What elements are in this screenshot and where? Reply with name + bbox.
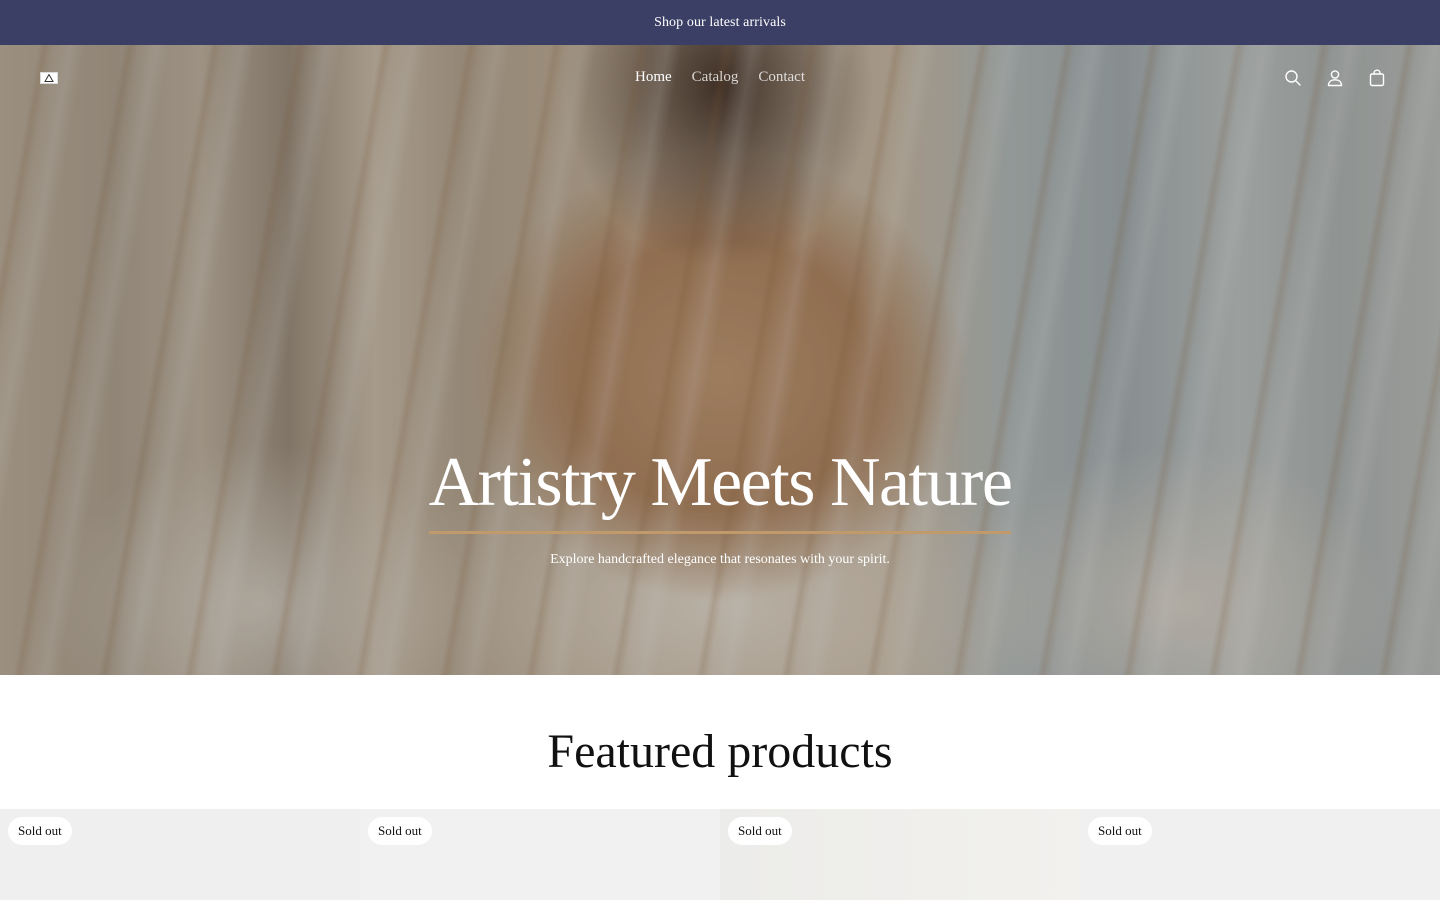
- sold-out-badge: Sold out: [8, 817, 72, 845]
- hero-content: Artistry Meets Nature Explore handcrafte…: [0, 445, 1440, 568]
- featured-products-title: Featured products: [547, 725, 893, 778]
- product-card[interactable]: Sold out: [720, 809, 1080, 900]
- hero-banner: [0, 45, 1440, 675]
- header-icons: [1282, 67, 1388, 89]
- sold-out-badge: Sold out: [728, 817, 792, 845]
- sold-out-badge: Sold out: [1088, 817, 1152, 845]
- main-nav: Home Catalog Contact: [0, 67, 1440, 87]
- nav-catalog[interactable]: Catalog: [692, 67, 739, 87]
- nav-contact[interactable]: Contact: [758, 67, 805, 87]
- hero-title: Artistry Meets Nature: [428, 445, 1013, 534]
- hero-subtitle: Explore handcrafted elegance that resona…: [550, 552, 890, 567]
- sold-out-badge: Sold out: [368, 817, 432, 845]
- product-card[interactable]: Sold out: [360, 809, 720, 900]
- announcement-text[interactable]: Shop our latest arrivals: [654, 15, 786, 31]
- product-card[interactable]: Sold out: [1080, 809, 1440, 900]
- search-icon[interactable]: [1282, 67, 1304, 89]
- announcement-bar: Shop our latest arrivals: [0, 0, 1440, 45]
- hero-image-overlay: [0, 45, 1440, 675]
- product-grid: Sold out Sold out Sold out Sold out: [0, 809, 1440, 900]
- account-icon[interactable]: [1324, 67, 1346, 89]
- site-header: Home Catalog Contact: [0, 45, 1440, 109]
- nav-home[interactable]: Home: [635, 67, 672, 87]
- cart-icon[interactable]: [1366, 67, 1388, 89]
- product-card[interactable]: Sold out: [0, 809, 360, 900]
